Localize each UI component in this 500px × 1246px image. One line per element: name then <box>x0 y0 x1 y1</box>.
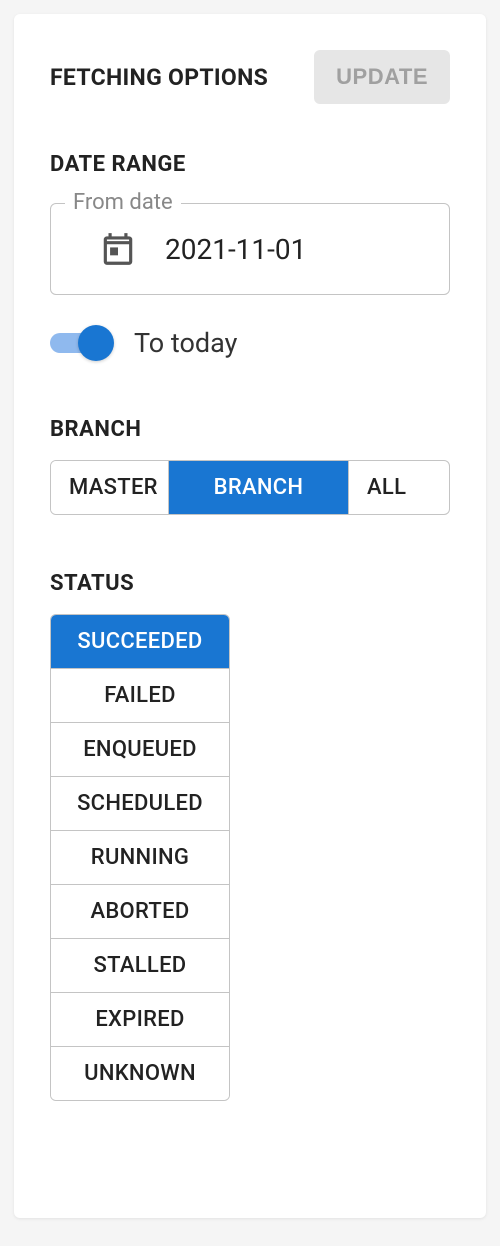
branch-button-group: MASTER BRANCH ALL <box>50 460 450 515</box>
date-range-section: DATE RANGE From date 2021-11-01 To today <box>50 152 450 361</box>
options-card: FETCHING OPTIONS UPDATE DATE RANGE From … <box>14 14 486 1218</box>
status-title: STATUS <box>50 571 450 596</box>
from-date-value: 2021-11-01 <box>165 233 306 266</box>
status-button-group: SUCCEEDED FAILED ENQUEUED SCHEDULED RUNN… <box>50 614 230 1101</box>
status-option-stalled[interactable]: STALLED <box>51 939 229 993</box>
branch-option-all[interactable]: ALL <box>349 461 424 514</box>
status-option-enqueued[interactable]: ENQUEUED <box>51 723 229 777</box>
status-option-succeeded[interactable]: SUCCEEDED <box>51 615 229 669</box>
status-option-aborted[interactable]: ABORTED <box>51 885 229 939</box>
status-option-failed[interactable]: FAILED <box>51 669 229 723</box>
to-today-toggle[interactable] <box>50 325 114 361</box>
branch-option-branch[interactable]: BRANCH <box>169 461 349 514</box>
branch-section: BRANCH MASTER BRANCH ALL <box>50 417 450 515</box>
update-button[interactable]: UPDATE <box>314 50 450 104</box>
status-option-expired[interactable]: EXPIRED <box>51 993 229 1047</box>
switch-thumb <box>78 325 114 361</box>
branch-option-master[interactable]: MASTER <box>51 461 169 514</box>
to-today-label: To today <box>134 327 237 359</box>
from-date-legend: From date <box>65 190 181 215</box>
status-option-scheduled[interactable]: SCHEDULED <box>51 777 229 831</box>
status-section: STATUS SUCCEEDED FAILED ENQUEUED SCHEDUL… <box>50 571 450 1101</box>
date-range-title: DATE RANGE <box>50 152 450 177</box>
status-option-unknown[interactable]: UNKNOWN <box>51 1047 229 1100</box>
status-option-running[interactable]: RUNNING <box>51 831 229 885</box>
calendar-icon <box>99 230 137 268</box>
from-date-field[interactable]: From date 2021-11-01 <box>50 203 450 295</box>
branch-title: BRANCH <box>50 417 450 442</box>
fetching-options-title: FETCHING OPTIONS <box>50 64 268 91</box>
to-today-row: To today <box>50 325 450 361</box>
header-row: FETCHING OPTIONS UPDATE <box>50 50 450 104</box>
